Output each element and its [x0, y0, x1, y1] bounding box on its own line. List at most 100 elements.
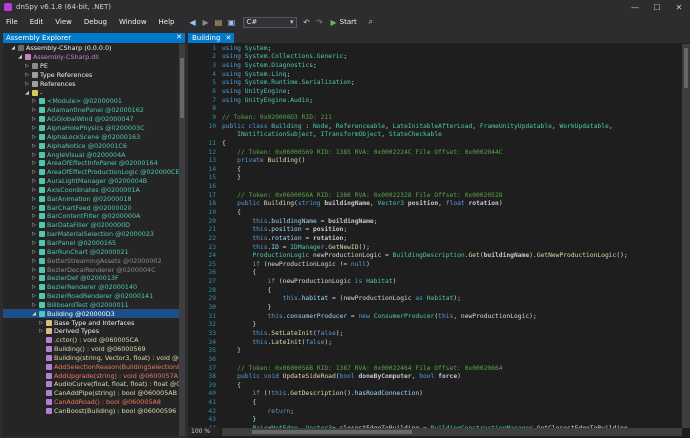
expand-arrow-icon[interactable]: ▷	[31, 178, 37, 184]
expand-arrow-icon[interactable]: ▷	[31, 116, 37, 122]
tree-node[interactable]: ◢ Assembly-CSharp (0.0.0.0)	[3, 44, 179, 53]
tree-node[interactable]: CanBoost(Building) : bool @06000596	[3, 407, 179, 416]
tree-node[interactable]: ▷ AGGlobalWind @02000047	[3, 115, 179, 124]
forward-icon[interactable]: ▶	[200, 16, 212, 28]
expand-arrow-icon[interactable]: ▷	[31, 284, 37, 290]
tree-node[interactable]: ▷ AuraLightManager @0200004B	[3, 177, 179, 186]
tree-node[interactable]: CanAddRoad() : bool @060005A8	[3, 398, 179, 407]
close-tab-icon[interactable]: ✕	[226, 34, 232, 42]
maximize-button[interactable]: ☐	[646, 0, 668, 14]
expand-arrow-icon[interactable]: ▷	[31, 169, 37, 175]
menu-window[interactable]: Window	[113, 18, 153, 26]
tree-node[interactable]: ▷ References	[3, 79, 179, 88]
tree-node[interactable]: ▷ BarContentFilter @0200000A	[3, 212, 179, 221]
expand-arrow-icon[interactable]: ▷	[31, 267, 37, 273]
tree-node[interactable]: ▷ AxisCoordinates @0200001A	[3, 186, 179, 195]
tree-node[interactable]: ▷ BarChartFeed @02000020	[3, 203, 179, 212]
tree-node[interactable]: ▷ Derived Types	[3, 327, 179, 336]
expand-arrow-icon[interactable]: ◢	[24, 90, 30, 96]
tree-node[interactable]: AddUpgrade(string) : void @0600057A	[3, 371, 179, 380]
back-icon[interactable]: ◀	[187, 16, 199, 28]
close-button[interactable]: ✕	[668, 0, 690, 14]
expand-arrow-icon[interactable]: ▷	[24, 63, 30, 69]
tree-node[interactable]: ▷ AlphaNotice @020001C6	[3, 141, 179, 150]
start-debug-button[interactable]: ▶ Start	[331, 18, 357, 27]
redo-icon[interactable]: ↷	[314, 16, 326, 28]
expand-arrow-icon[interactable]: ▷	[31, 134, 37, 140]
search-icon[interactable]: ⌕	[365, 16, 377, 28]
tree-node[interactable]: ▷ BillboardTest @02000011	[3, 300, 179, 309]
tree-node[interactable]: ◢ -	[3, 88, 179, 97]
tree-node[interactable]: CanAddPipe(string) : bool @060005AB	[3, 389, 179, 398]
tree-node[interactable]: AudioCurve(float, float, float) : float …	[3, 380, 179, 389]
expand-arrow-icon[interactable]: ▷	[38, 320, 44, 326]
expand-arrow-icon[interactable]: ▷	[38, 328, 44, 334]
expand-arrow-icon[interactable]: ▷	[31, 213, 37, 219]
tree-node[interactable]: ▷ Type References	[3, 71, 179, 80]
expand-arrow-icon[interactable]: ▷	[31, 152, 37, 158]
expand-arrow-icon[interactable]: ▷	[31, 107, 37, 113]
tree-node[interactable]: ▷ BarPanel @02000165	[3, 239, 179, 248]
tree-node[interactable]: ▷ AlphaLockScene @02000163	[3, 132, 179, 141]
tree-node[interactable]: ▷ BezierRoadRenderer @02000141	[3, 292, 179, 301]
expand-arrow-icon[interactable]: ▷	[31, 293, 37, 299]
scroll-thumb[interactable]	[684, 48, 688, 88]
open-folder-icon[interactable]: ▤	[213, 16, 225, 28]
undo-icon[interactable]: ↶	[301, 16, 313, 28]
explorer-scrollbar[interactable]	[179, 44, 185, 436]
scroll-thumb[interactable]	[180, 58, 184, 118]
tab-building[interactable]: Building ✕	[188, 33, 235, 43]
scroll-thumb[interactable]	[252, 430, 412, 434]
tree-node[interactable]: ▷ Base Type and Interfaces	[3, 318, 179, 327]
expand-arrow-icon[interactable]: ▷	[31, 249, 37, 255]
tree-node[interactable]: Building(string, Vector3, float) : void …	[3, 354, 179, 363]
menu-help[interactable]: Help	[153, 18, 181, 26]
tree-node[interactable]: ▷ AreaOfEffectProductionLogic @020000CE	[3, 168, 179, 177]
menu-file[interactable]: File	[0, 18, 24, 26]
editor-hscrollbar[interactable]	[222, 428, 682, 436]
expand-arrow-icon[interactable]: ▷	[31, 160, 37, 166]
expand-arrow-icon[interactable]: ▷	[31, 98, 37, 104]
menu-debug[interactable]: Debug	[78, 18, 113, 26]
expand-arrow-icon[interactable]: ▷	[31, 275, 37, 281]
expand-arrow-icon[interactable]: ▷	[24, 81, 30, 87]
zoom-level[interactable]: 100 %	[188, 427, 220, 436]
tree-node[interactable]: ▷ BezierDecalRenderer @0200004C	[3, 265, 179, 274]
expand-arrow-icon[interactable]: ▷	[31, 125, 37, 131]
menu-view[interactable]: View	[49, 18, 78, 26]
editor-scrollbar[interactable]	[682, 44, 690, 428]
save-icon[interactable]: ▣	[226, 16, 238, 28]
tree-node[interactable]: .cctor() : void @060005CA	[3, 336, 179, 345]
tree-node[interactable]: ▷ BezierDef @0200013F	[3, 274, 179, 283]
expand-arrow-icon[interactable]: ▷	[31, 222, 37, 228]
tree-node[interactable]: AddSelectionReason(BuildingSelectionR	[3, 362, 179, 371]
expand-arrow-icon[interactable]: ▷	[31, 143, 37, 149]
tree-node[interactable]: ▷ BarDataFiller @0200000D	[3, 221, 179, 230]
expand-arrow-icon[interactable]: ▷	[31, 240, 37, 246]
tree-node[interactable]: ▷ PE	[3, 62, 179, 71]
tree-node[interactable]: ▷ AreaOfEffectInfoPanel @02000164	[3, 159, 179, 168]
expand-arrow-icon[interactable]: ▷	[31, 231, 37, 237]
tree-node[interactable]: ▷ AlphaHolePhysics @0200003C	[3, 124, 179, 133]
expand-arrow-icon[interactable]: ▷	[31, 302, 37, 308]
tree-node[interactable]: Building() : void @06000569	[3, 345, 179, 354]
tree-node[interactable]: ◢ Assembly-CSharp.dll	[3, 53, 179, 62]
expand-arrow-icon[interactable]: ▷	[31, 205, 37, 211]
expand-arrow-icon[interactable]: ▷	[31, 258, 37, 264]
minimize-button[interactable]: —	[624, 0, 646, 14]
tree-node[interactable]: ▷ <Module> @02000001	[3, 97, 179, 106]
code-view[interactable]: 1 using System; 2 using System.Collections.…	[188, 44, 682, 428]
expand-arrow-icon[interactable]: ▷	[24, 72, 30, 78]
tree-node[interactable]: ▷ BetterStreamingAssets @02000002	[3, 256, 179, 265]
expand-arrow-icon[interactable]: ▷	[31, 187, 37, 193]
tree-node[interactable]: ◢ Building @020000D3	[3, 309, 179, 319]
expand-arrow-icon[interactable]: ◢	[17, 54, 23, 60]
tree-node[interactable]: ▷ BarRunChart @02000021	[3, 247, 179, 256]
tree-node[interactable]: ▷ AngleVisual @0200004A	[3, 150, 179, 159]
tree-node[interactable]: ▷ BezierRenderer @02000140	[3, 283, 179, 292]
language-select[interactable]: C#	[242, 16, 297, 28]
expand-arrow-icon[interactable]: ◢	[10, 45, 16, 51]
menu-edit[interactable]: Edit	[24, 18, 50, 26]
close-panel-icon[interactable]: ✕	[176, 33, 182, 41]
tree-node[interactable]: ▷ BarAnimation @02000018	[3, 194, 179, 203]
